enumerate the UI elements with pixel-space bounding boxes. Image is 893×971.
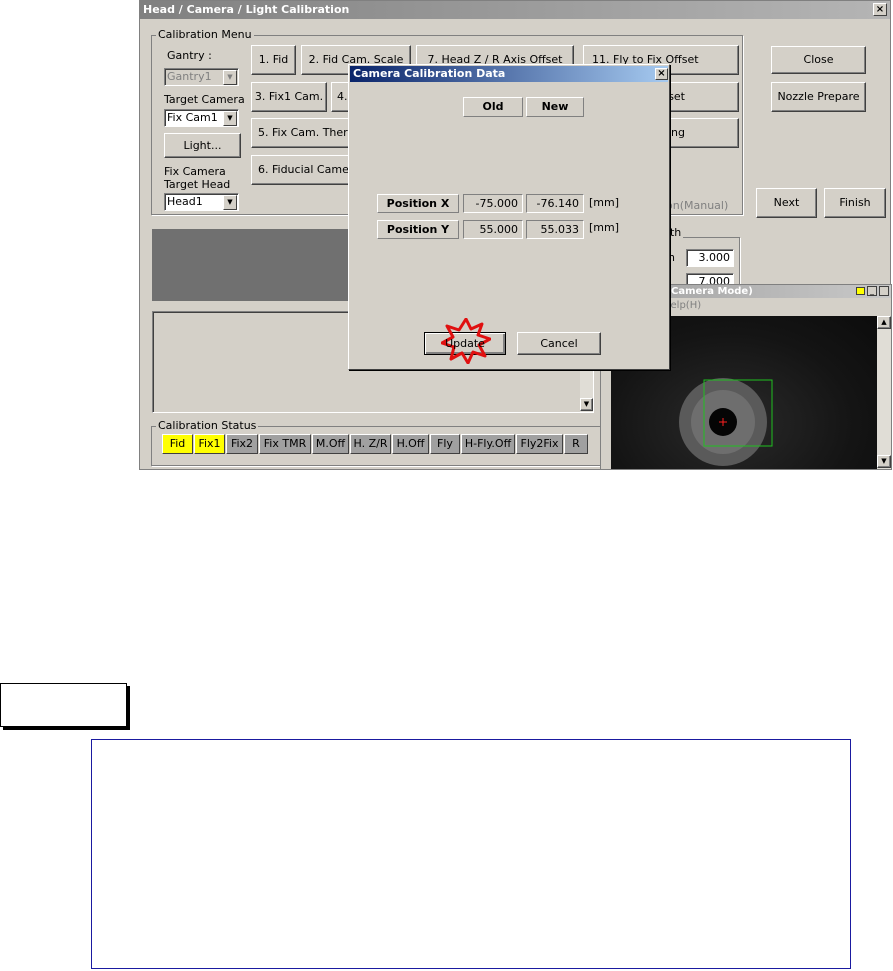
target-head-select[interactable]: Head1 ▼ xyxy=(164,193,239,211)
gantry-select: Gantry1 ▼ xyxy=(164,68,239,86)
status-chip: H. Z/R xyxy=(350,434,391,454)
chevron-down-icon[interactable]: ▼ xyxy=(223,195,237,210)
minimize-icon[interactable]: _ xyxy=(867,286,877,296)
update-button-label: Update xyxy=(445,337,485,350)
status-chip: H-Fly.Off xyxy=(461,434,515,454)
step-6-fiducial-camera-button[interactable]: 6. Fiducial Camer xyxy=(251,155,361,185)
calibration-menu-label: Calibration Menu xyxy=(156,28,254,41)
window-close-button[interactable]: × xyxy=(873,3,887,16)
status-chip: Fly xyxy=(430,434,460,454)
status-chip: Fly2Fix xyxy=(516,434,563,454)
update-button[interactable]: Update xyxy=(424,332,506,355)
note-label-box xyxy=(0,683,127,727)
status-chip: Fix TMR xyxy=(259,434,311,454)
chevron-down-icon: ▼ xyxy=(223,70,237,85)
camera-scrollbar[interactable]: ▲ ▼ xyxy=(877,316,891,469)
target-head-value: Head1 xyxy=(167,195,203,208)
status-chip: R xyxy=(564,434,588,454)
position-x-label: Position X xyxy=(377,194,459,213)
status-chip: H.Off xyxy=(392,434,429,454)
maximize-icon[interactable] xyxy=(879,286,889,296)
position-x-new-value: -76.140 xyxy=(526,194,584,213)
next-button[interactable]: Next xyxy=(756,188,817,218)
window-title: Head / Camera / Light Calibration xyxy=(140,1,890,19)
dialog-close-button[interactable]: × xyxy=(655,68,668,80)
notes-frame xyxy=(91,739,851,969)
target-camera-select[interactable]: Fix Cam1 ▼ xyxy=(164,109,239,127)
scroll-down-icon[interactable]: ▼ xyxy=(580,398,593,411)
camera-indicator-icon xyxy=(856,287,865,295)
close-button[interactable]: Close xyxy=(771,46,866,74)
scroll-down-icon[interactable]: ▼ xyxy=(877,455,891,468)
dialog-title: Camera Calibration Data xyxy=(350,66,668,82)
step-5-fix-cam-thermal-button[interactable]: 5. Fix Cam. Ther xyxy=(251,118,361,148)
position-x-old-value: -75.000 xyxy=(463,194,523,213)
gantry-label: Gantry : xyxy=(167,49,212,62)
column-header-old: Old xyxy=(463,97,523,117)
calibration-status-row: Fid Fix1 Fix2 Fix TMR M.Off H. Z/R H.Off Fly H-F… xyxy=(162,434,602,456)
position-y-old-value: 55.000 xyxy=(463,220,523,239)
status-chip: Fix2 xyxy=(226,434,258,454)
position-x-unit: [mm] xyxy=(589,196,620,209)
manual-mode-label: on(Manual) xyxy=(666,199,729,212)
status-chip: Fix1 xyxy=(194,434,225,454)
position-y-new-value: 55.033 xyxy=(526,220,584,239)
gantry-select-value: Gantry1 xyxy=(167,70,212,83)
position-y-label: Position Y xyxy=(377,220,459,239)
camera-calibration-dialog: Camera Calibration Data × Old New Positi… xyxy=(348,64,670,370)
step-1-fid-button[interactable]: 1. Fid xyxy=(251,45,296,75)
status-chip: M.Off xyxy=(312,434,349,454)
status-chip: Fid xyxy=(162,434,193,454)
scroll-up-icon[interactable]: ▲ xyxy=(877,316,891,329)
calibration-status-label: Calibration Status xyxy=(156,419,259,432)
target-head-label: Target Head xyxy=(164,178,231,191)
fix-camera-label: Fix Camera xyxy=(164,165,226,178)
column-header-new: New xyxy=(526,97,584,117)
finish-button[interactable]: Finish xyxy=(824,188,886,218)
position-y-unit: [mm] xyxy=(589,221,620,234)
step-3-fix1-cam-button[interactable]: 3. Fix1 Cam. xyxy=(251,82,327,112)
cancel-button[interactable]: Cancel xyxy=(517,332,601,355)
light-button[interactable]: Light... xyxy=(164,133,241,158)
nozzle-prepare-button[interactable]: Nozzle Prepare xyxy=(771,82,866,112)
target-camera-label: Target Camera xyxy=(164,93,245,106)
length-row1-field[interactable]: 3.000 xyxy=(686,249,734,267)
chevron-down-icon[interactable]: ▼ xyxy=(223,111,237,126)
target-camera-value: Fix Cam1 xyxy=(167,111,218,124)
